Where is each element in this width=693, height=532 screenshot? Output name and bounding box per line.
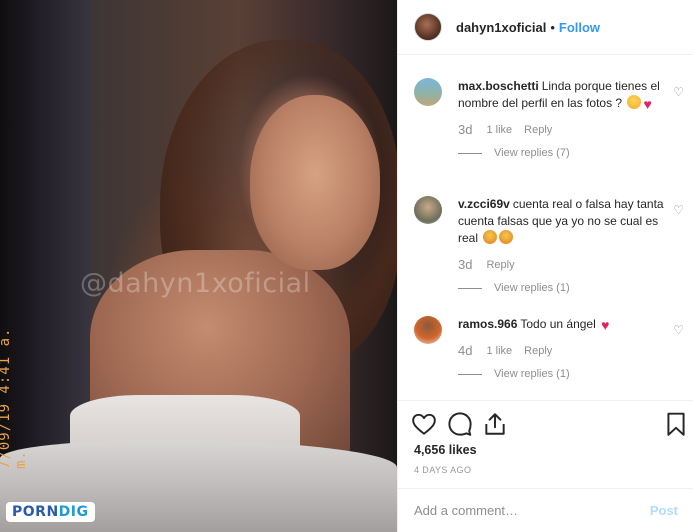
add-comment-bar: Post: [398, 488, 693, 532]
comment-time[interactable]: 4d: [458, 343, 472, 359]
comment-item: max.boschetti Linda porque tienes el nomb…: [414, 78, 684, 159]
commenter-username[interactable]: max.boschetti: [458, 79, 539, 93]
reply-button[interactable]: Reply: [524, 343, 552, 359]
comment-body: max.boschetti Linda porque tienes el nomb…: [458, 78, 668, 112]
confused-face-emoji: [483, 230, 498, 244]
heart-icon[interactable]: [411, 411, 437, 437]
post-side-panel: dahyn1xoficial • Follow max.boschetti Lin…: [397, 0, 693, 532]
site-logo: PORNDIG: [6, 502, 95, 522]
comment-likes[interactable]: 1 like: [486, 122, 512, 138]
smirk-face-emoji: [627, 95, 642, 109]
photo-watermark: @dahyn1xoficial: [80, 268, 311, 299]
share-icon[interactable]: [482, 411, 508, 437]
comments-list[interactable]: max.boschetti Linda porque tienes el nomb…: [398, 56, 693, 394]
view-replies-button[interactable]: View replies (1): [458, 282, 684, 294]
comment-meta: 4d 1 like Reply: [458, 343, 684, 359]
commenter-username[interactable]: ramos.966: [458, 317, 517, 331]
comment-time[interactable]: 3d: [458, 257, 472, 273]
comment-likes[interactable]: 1 like: [486, 343, 512, 359]
commenter-avatar[interactable]: [414, 78, 442, 106]
photo-face: [250, 95, 380, 270]
red-heart-emoji: ♥: [601, 317, 610, 333]
heart-emoji: ♥: [643, 96, 652, 112]
comment-meta: 3d Reply: [458, 257, 684, 273]
comment-icon[interactable]: [447, 411, 473, 437]
comment-like-heart-icon[interactable]: ♡: [673, 203, 684, 217]
post-button[interactable]: Post: [650, 503, 678, 518]
comment-like-heart-icon[interactable]: ♡: [673, 323, 684, 337]
follow-button[interactable]: Follow: [559, 20, 600, 35]
commenter-username[interactable]: v.zcci69v: [458, 197, 510, 211]
comment-time[interactable]: 3d: [458, 122, 472, 138]
post-date[interactable]: 4 DAYS AGO: [414, 465, 471, 475]
view-replies-label: View replies (1): [494, 282, 570, 294]
replies-divider: [458, 287, 482, 289]
photo-timestamp: 7/09/19 4:41 a. m.: [0, 327, 29, 469]
post-actions: 4,656 likes 4 DAYS AGO: [398, 400, 693, 500]
comment-item: ramos.966 Todo un ángel ♥ ♡ 4d 1 like Rep…: [414, 316, 684, 380]
view-replies-button[interactable]: View replies (7): [458, 147, 684, 159]
view-replies-button[interactable]: View replies (1): [458, 368, 684, 380]
post-photo[interactable]: @dahyn1xoficial 7/09/19 4:41 a. m. PORND…: [0, 0, 397, 532]
commenter-avatar[interactable]: [414, 316, 442, 344]
comment-meta: 3d 1 like Reply: [458, 122, 684, 138]
author-username[interactable]: dahyn1xoficial: [456, 20, 546, 35]
likes-count[interactable]: 4,656 likes: [414, 443, 477, 457]
angry-face-emoji: [499, 230, 514, 244]
header-separator: •: [550, 19, 555, 35]
comment-text: Todo un ángel: [520, 317, 596, 331]
post-header: dahyn1xoficial • Follow: [398, 0, 693, 55]
logo-text-right: DIG: [58, 504, 89, 520]
view-replies-label: View replies (7): [494, 147, 570, 159]
commenter-avatar[interactable]: [414, 196, 442, 224]
comment-body: v.zcci69v cuenta real o falsa hay tanta c…: [458, 196, 668, 247]
reply-button[interactable]: Reply: [524, 122, 552, 138]
replies-divider: [458, 152, 482, 154]
comment-like-heart-icon[interactable]: ♡: [673, 85, 684, 99]
bookmark-icon[interactable]: [663, 411, 689, 437]
comment-input[interactable]: [414, 503, 644, 518]
comment-body: ramos.966 Todo un ángel ♥: [458, 316, 668, 333]
reply-button[interactable]: Reply: [486, 257, 514, 273]
replies-divider: [458, 373, 482, 375]
comment-item: v.zcci69v cuenta real o falsa hay tanta c…: [414, 196, 684, 294]
logo-text-left: PORN: [12, 504, 59, 520]
author-avatar[interactable]: [414, 13, 442, 41]
view-replies-label: View replies (1): [494, 368, 570, 380]
